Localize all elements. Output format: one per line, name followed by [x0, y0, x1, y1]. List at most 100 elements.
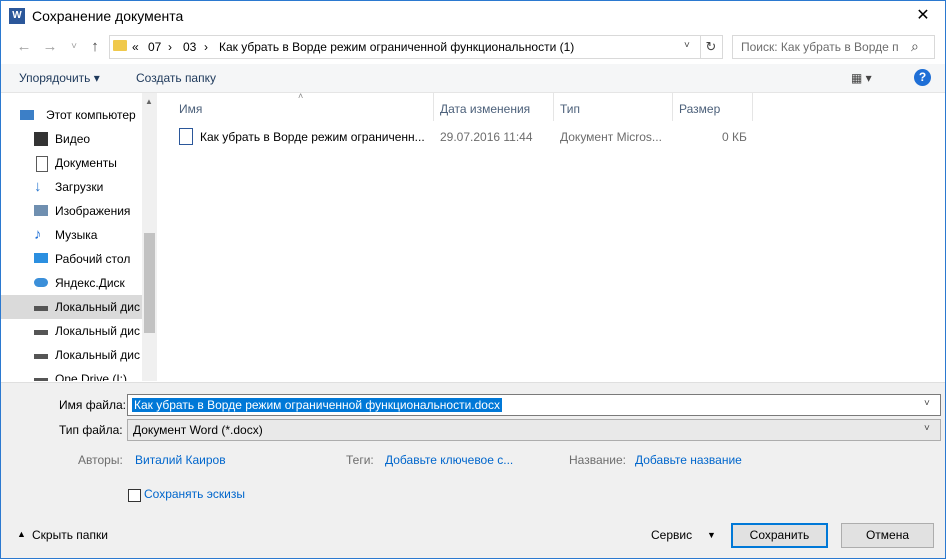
chevron-down-icon[interactable]: ˅ — [684, 40, 690, 51]
refresh-icon[interactable]: ↻ — [700, 36, 721, 58]
word-document-icon — [179, 128, 193, 145]
computer-icon — [20, 110, 34, 120]
collapse-caret-icon[interactable]: ▲ — [17, 529, 26, 539]
nav-item-local-disk-3[interactable]: Локальный дис — [1, 343, 142, 367]
nav-item-documents[interactable]: Документы — [1, 151, 142, 175]
nav-item-onedrive[interactable]: One Drive (I:) — [1, 367, 142, 381]
filetype-value: Документ Word (*.docx) — [133, 423, 263, 437]
column-header-type[interactable]: Тип — [560, 102, 580, 116]
cancel-button[interactable]: Отмена — [841, 523, 934, 548]
file-date-cell: 29.07.2016 11:44 — [440, 130, 533, 144]
new-folder-button[interactable]: Создать папку — [136, 71, 216, 85]
breadcrumb-separator[interactable]: › — [204, 40, 208, 54]
nav-item-music[interactable]: ♪ Музыка — [1, 223, 142, 247]
drive-icon — [34, 354, 48, 359]
filetype-select[interactable]: Документ Word (*.docx) ˅ — [127, 419, 941, 441]
up-arrow-icon[interactable]: ↑ — [84, 38, 106, 56]
search-icon: ⌕ — [911, 38, 919, 54]
address-bar[interactable]: « 07 › 03 › Как убрать в Ворде режим огр… — [109, 35, 723, 59]
window-title: Сохранение документа — [32, 8, 184, 24]
nav-label: Изображения — [55, 204, 131, 218]
nav-item-yandex-disk[interactable]: Яндекс.Диск — [1, 271, 142, 295]
column-header-size[interactable]: Размер — [679, 102, 720, 116]
nav-item-video[interactable]: Видео — [1, 127, 142, 151]
view-options-icon[interactable]: ▦ ▾ — [851, 71, 872, 85]
search-box[interactable]: Поиск: Как убрать в Ворде п ⌕ — [732, 35, 935, 59]
file-size-cell: 0 КБ — [722, 130, 747, 144]
forward-arrow-icon[interactable]: → — [39, 38, 61, 56]
save-form: Имя файла: Как убрать в Ворде режим огра… — [1, 382, 945, 558]
close-button[interactable]: ✕ — [906, 4, 940, 28]
cloud-icon — [34, 278, 48, 287]
save-dialog: W Сохранение документа ✕ ← → ˅ ↑ « 07 › … — [0, 0, 946, 559]
nav-item-downloads[interactable]: ↓ Загрузки — [1, 175, 142, 199]
save-thumbnails-checkbox[interactable] — [128, 489, 141, 502]
tags-value[interactable]: Добавьте ключевое с... — [385, 453, 513, 467]
title-label: Название: — [569, 453, 626, 467]
breadcrumb-separator[interactable]: › — [168, 40, 172, 54]
authors-label: Авторы: — [78, 453, 123, 467]
column-divider[interactable] — [553, 93, 554, 121]
nav-label: Этот компьютер — [46, 108, 136, 122]
title-bar: W Сохранение документа ✕ — [1, 1, 945, 31]
drive-icon — [34, 330, 48, 335]
chevron-down-icon[interactable]: ˅ — [924, 423, 930, 434]
nav-label: Загрузки — [55, 180, 104, 194]
hide-folders-button[interactable]: Скрыть папки — [32, 528, 108, 542]
downloads-icon: ↓ — [34, 178, 42, 195]
help-icon[interactable]: ? — [914, 69, 931, 86]
table-row[interactable]: Как убрать в Ворде режим ограниченн... 2… — [159, 125, 759, 147]
search-input[interactable]: Поиск: Как убрать в Ворде п — [741, 40, 899, 54]
column-divider[interactable] — [672, 93, 673, 121]
folder-icon — [113, 40, 127, 51]
nav-label: Локальный дис — [55, 300, 140, 314]
nav-label: Видео — [55, 132, 91, 146]
recent-dropdown-icon[interactable]: ˅ — [63, 38, 85, 56]
file-type-cell: Документ Micros... — [560, 130, 662, 144]
filename-value[interactable]: Как убрать в Ворде режим ограниченной фу… — [132, 398, 502, 412]
video-icon — [34, 132, 48, 146]
breadcrumb-item[interactable]: 03 — [183, 40, 196, 54]
word-app-icon: W — [9, 8, 25, 24]
images-icon — [34, 205, 48, 216]
nav-label: Локальный дис — [55, 324, 140, 338]
breadcrumb-overflow[interactable]: « — [132, 40, 139, 54]
caret-down-icon[interactable]: ▼ — [707, 530, 716, 540]
sort-caret-icon: ˄ — [298, 91, 304, 101]
nav-item-images[interactable]: Изображения — [1, 199, 142, 223]
organize-menu-button[interactable]: Упорядочить ▾ — [19, 71, 100, 85]
chevron-down-icon[interactable]: ˅ — [924, 398, 930, 409]
nav-label: Рабочий стол — [55, 252, 131, 266]
service-menu-button[interactable]: Сервис — [651, 528, 692, 542]
nav-item-local-disk-2[interactable]: Локальный дис — [1, 319, 142, 343]
documents-icon — [36, 156, 48, 172]
nav-label: Яндекс.Диск — [55, 276, 125, 290]
title-value[interactable]: Добавьте название — [635, 453, 742, 467]
nav-label: Локальный дис — [55, 348, 140, 362]
breadcrumb-item[interactable]: 07 — [148, 40, 161, 54]
column-divider[interactable] — [752, 93, 753, 121]
nav-item-desktop[interactable]: Рабочий стол — [1, 247, 142, 271]
file-name-cell: Как убрать в Ворде режим ограниченн... — [200, 130, 425, 144]
desktop-icon — [34, 253, 48, 263]
music-icon: ♪ — [34, 226, 42, 243]
save-thumbnails-label[interactable]: Сохранять эскизы — [144, 487, 245, 501]
authors-value[interactable]: Виталий Каиров — [135, 453, 226, 467]
nav-scrollbar[interactable]: ▲ — [142, 93, 157, 381]
back-arrow-icon[interactable]: ← — [13, 38, 35, 56]
nav-label: Документы — [55, 156, 117, 170]
breadcrumb-current[interactable]: Как убрать в Ворде режим ограниченной фу… — [219, 40, 574, 54]
drive-icon — [34, 306, 48, 311]
filename-field[interactable]: Как убрать в Ворде режим ограниченной фу… — [127, 394, 941, 416]
tags-label: Теги: — [346, 453, 374, 467]
nav-item-local-disk-1[interactable]: Локальный дис — [1, 295, 142, 319]
nav-item-this-pc[interactable]: Этот компьютер — [1, 103, 142, 127]
column-header-date[interactable]: Дата изменения — [440, 102, 530, 116]
column-divider[interactable] — [433, 93, 434, 121]
column-header-name[interactable]: Имя — [179, 102, 202, 116]
scroll-thumb[interactable] — [144, 233, 155, 333]
filename-label: Имя файла: — [59, 398, 126, 412]
save-button[interactable]: Сохранить — [731, 523, 828, 548]
scroll-up-icon[interactable]: ▲ — [145, 97, 153, 106]
navigation-pane: Этот компьютер Видео Документы ↓ Загрузк… — [1, 93, 157, 381]
